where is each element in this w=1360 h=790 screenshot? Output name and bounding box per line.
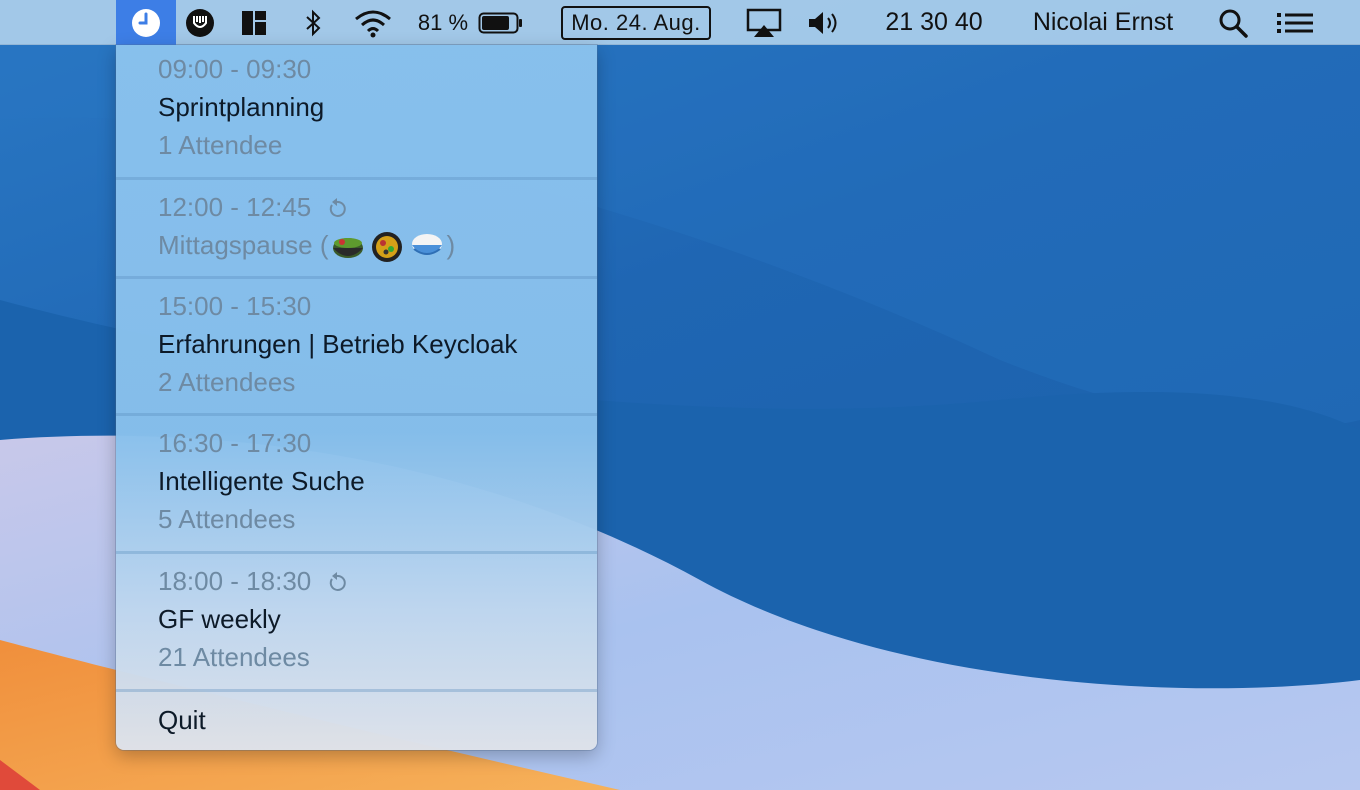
quit-label: Quit — [158, 705, 206, 735]
yoink-button[interactable] — [182, 0, 218, 45]
battery-percent: 81 % — [417, 9, 469, 35]
event-attendees: 5 Attendees — [158, 504, 296, 534]
date-box: Mo. 24. Aug. — [561, 5, 711, 40]
rice-bowl-icon — [411, 234, 442, 256]
event-attendees: 2 Attendees — [158, 367, 296, 397]
battery-icon — [478, 12, 522, 33]
event-item[interactable]: 15:00 - 15:30 Erfahrungen | Betrieb Keyc… — [116, 279, 597, 413]
calendar-dropdown-menu: 09:00 - 09:30 Sprintplanning 1 Attendee … — [116, 45, 597, 750]
salad-bowl-icon — [332, 238, 363, 259]
paella-pan-icon — [371, 232, 402, 263]
event-time: 12:00 - 12:45 — [158, 192, 312, 222]
spotlight-button[interactable] — [1214, 0, 1252, 45]
event-time: 16:30 - 17:30 — [158, 428, 312, 458]
yoink-icon — [186, 8, 214, 37]
event-title: Sprintplanning — [158, 92, 325, 122]
bluetooth-icon — [306, 9, 321, 36]
control-list-icon — [1277, 12, 1313, 33]
window-layout-icon — [242, 10, 266, 35]
airplay-icon — [746, 8, 782, 37]
event-time: 18:00 - 18:30 — [158, 566, 312, 596]
window-layout-button[interactable] — [238, 0, 270, 45]
event-time-row: 18:00 - 18:30 — [158, 566, 348, 597]
event-time: 15:00 - 15:30 — [158, 291, 312, 321]
user-name-menu[interactable]: Nicolai Ernst — [1018, 0, 1188, 45]
event-item[interactable]: 16:30 - 17:30 Intelligente Suche 5 Atten… — [116, 416, 597, 551]
control-list-button[interactable] — [1274, 0, 1316, 45]
recurring-icon — [330, 572, 347, 592]
spotlight-search-icon — [1219, 9, 1248, 38]
event-title: Erfahrungen | Betrieb Keycloak — [158, 329, 518, 359]
clock-icon — [132, 8, 160, 37]
event-time: 09:00 - 09:30 — [158, 54, 312, 84]
event-title: Intelligente Suche — [158, 466, 365, 496]
event-title-row: Mittagspause ( ) — [158, 230, 455, 264]
volume-icon — [809, 11, 837, 34]
wifi-icon — [355, 10, 391, 37]
menu-bar: 81 % Mo. 24. Aug. 21 30 40 Nicolai Ernst — [0, 0, 1360, 45]
event-item[interactable]: 12:00 - 12:45 Mittagspause () — [116, 180, 597, 276]
battery-button[interactable] — [476, 0, 526, 45]
bluetooth-button[interactable] — [298, 0, 328, 45]
quit-menu-item[interactable]: Quit — [116, 692, 597, 750]
date-text: Mo. 24. Aug. — [571, 9, 701, 35]
event-title: GF weekly — [158, 604, 281, 634]
event-item[interactable]: 09:00 - 09:30 Sprintplanning 1 Attendee — [116, 45, 597, 177]
event-attendees: 1 Attendee — [158, 130, 283, 160]
clock-display[interactable]: 21 30 40 — [870, 0, 998, 45]
event-attendees: 21 Attendees — [158, 642, 310, 672]
event-item[interactable]: 18:00 - 18:30 GF weekly 21 Attendees — [116, 554, 597, 689]
recurring-icon — [330, 198, 347, 218]
event-time-row: 12:00 - 12:45 — [158, 192, 348, 223]
date-display[interactable]: Mo. 24. Aug. — [554, 0, 718, 45]
event-title-end: ) — [446, 230, 456, 260]
calendar-menu-button[interactable] — [116, 0, 176, 45]
airplay-button[interactable] — [744, 0, 784, 45]
volume-button[interactable] — [804, 0, 844, 45]
event-title: Mittagspause ( — [158, 230, 329, 260]
wifi-button[interactable] — [352, 0, 394, 45]
